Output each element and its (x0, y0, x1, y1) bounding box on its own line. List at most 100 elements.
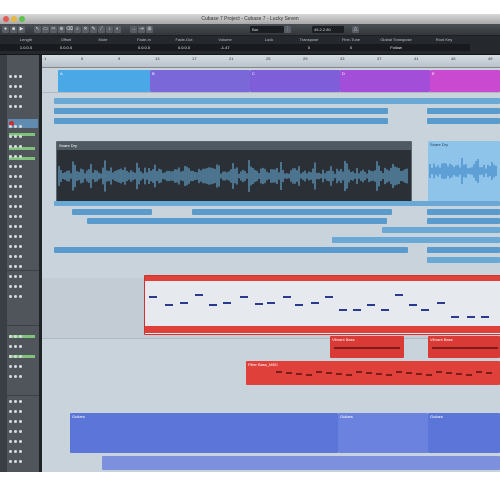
audio-event[interactable] (72, 209, 152, 215)
audio-event[interactable] (54, 201, 500, 206)
audio-event[interactable] (54, 247, 408, 253)
track-control-button[interactable] (9, 155, 12, 158)
track-control-button[interactable] (9, 245, 12, 248)
track-control-button[interactable] (14, 125, 17, 128)
track-control-button[interactable] (14, 205, 17, 208)
track-control-button[interactable] (14, 355, 17, 358)
track-control-button[interactable] (19, 265, 22, 268)
track-control-button[interactable] (19, 450, 22, 453)
track-control-button[interactable] (9, 410, 12, 413)
track-control-button[interactable] (9, 355, 12, 358)
arranger-part-e[interactable] (430, 70, 500, 92)
track-control-button[interactable] (9, 185, 12, 188)
track-control-button[interactable] (14, 175, 17, 178)
guitar-events[interactable] (102, 456, 500, 470)
audio-event[interactable] (87, 218, 387, 224)
track-control-button[interactable] (19, 205, 22, 208)
audio-event[interactable] (427, 218, 500, 224)
track-control-button[interactable] (19, 335, 22, 338)
track-control-button[interactable] (19, 195, 22, 198)
audio-event[interactable] (54, 98, 500, 104)
track-control-button[interactable] (19, 225, 22, 228)
track-control-button[interactable] (9, 375, 12, 378)
track-control-button[interactable] (9, 215, 12, 218)
audio-event[interactable] (427, 209, 500, 215)
track-control-button[interactable] (19, 275, 22, 278)
track-control-button[interactable] (14, 265, 17, 268)
track-control-button[interactable] (9, 335, 12, 338)
track-control-button[interactable] (19, 165, 22, 168)
track-control-button[interactable] (14, 345, 17, 348)
track-control-button[interactable] (14, 335, 17, 338)
track-control-button[interactable] (14, 155, 17, 158)
track-control-button[interactable] (19, 155, 22, 158)
track-control-button[interactable] (14, 135, 17, 138)
track-control-button[interactable] (19, 255, 22, 258)
guitar-part-2[interactable]: Guitars (338, 413, 428, 453)
track-control-button[interactable] (14, 410, 17, 413)
track-control-button[interactable] (9, 225, 12, 228)
track-control-button[interactable] (9, 125, 12, 128)
track-control-button[interactable] (14, 420, 17, 423)
snare-audio-part-2[interactable]: Snare Dry (428, 141, 500, 201)
track-control-button[interactable] (14, 85, 17, 88)
track-control-button[interactable] (19, 375, 22, 378)
track-control-button[interactable] (14, 460, 17, 463)
track-control-button[interactable] (9, 365, 12, 368)
track-control-button[interactable] (19, 145, 22, 148)
event-display[interactable]: A B C D E Snare Dry Snare Dry Vibrant Ba… (42, 68, 500, 472)
track-control-button[interactable] (9, 235, 12, 238)
track-control-button[interactable] (9, 430, 12, 433)
track-control-button[interactable] (9, 145, 12, 148)
track-control-button[interactable] (19, 245, 22, 248)
audio-event[interactable] (427, 257, 500, 263)
track-control-button[interactable] (9, 175, 12, 178)
track-control-button[interactable] (19, 215, 22, 218)
split-tool-icon[interactable]: ✂ (50, 26, 57, 33)
track-control-button[interactable] (19, 185, 22, 188)
track-control-button[interactable] (14, 450, 17, 453)
track-control-button[interactable] (9, 400, 12, 403)
track-control-button[interactable] (14, 375, 17, 378)
track-control-button[interactable] (19, 440, 22, 443)
track-control-button[interactable] (19, 365, 22, 368)
audio-event[interactable] (427, 247, 500, 253)
track-control-button[interactable] (9, 285, 12, 288)
stop-button[interactable]: ■ (10, 26, 17, 33)
track-control-button[interactable] (19, 410, 22, 413)
track-control-button[interactable] (9, 450, 12, 453)
audio-event[interactable] (427, 118, 500, 124)
track-control-button[interactable] (19, 95, 22, 98)
track-control-button[interactable] (9, 75, 12, 78)
midi-part[interactable] (144, 275, 500, 335)
guitar-part-3[interactable]: Guitars (428, 413, 500, 453)
track-control-button[interactable] (14, 145, 17, 148)
draw-tool-icon[interactable]: ✎ (90, 26, 97, 33)
track-control-button[interactable] (19, 105, 22, 108)
track-control-button[interactable] (19, 235, 22, 238)
glue-tool-icon[interactable]: ⊕ (58, 26, 65, 33)
track-control-button[interactable] (14, 225, 17, 228)
track-control-button[interactable] (9, 135, 12, 138)
info-value-global-transpose[interactable]: Follow (370, 44, 422, 51)
track-control-button[interactable] (19, 460, 22, 463)
erase-tool-icon[interactable]: ⌫ (66, 26, 73, 33)
synth-part-2[interactable]: Vibrant Bass (428, 336, 500, 358)
track-control-button[interactable] (9, 165, 12, 168)
audio-event[interactable] (427, 108, 500, 114)
track-control-button[interactable] (9, 295, 12, 298)
arranger-part-c[interactable] (250, 70, 340, 92)
audio-event[interactable] (54, 108, 388, 114)
color-tool-icon[interactable]: ◐ (114, 26, 121, 33)
track-control-button[interactable] (14, 75, 17, 78)
snap-button[interactable]: ⊞ (146, 26, 153, 33)
grid-type-select[interactable]: Bar (250, 26, 284, 33)
track-control-button[interactable] (14, 365, 17, 368)
track-control-button[interactable] (9, 105, 12, 108)
track-control-button[interactable] (19, 125, 22, 128)
audio-event[interactable] (332, 237, 500, 243)
audio-event[interactable] (54, 118, 388, 124)
range-tool-icon[interactable]: ▭ (42, 26, 49, 33)
track-control-button[interactable] (19, 175, 22, 178)
track-control-button[interactable] (9, 420, 12, 423)
